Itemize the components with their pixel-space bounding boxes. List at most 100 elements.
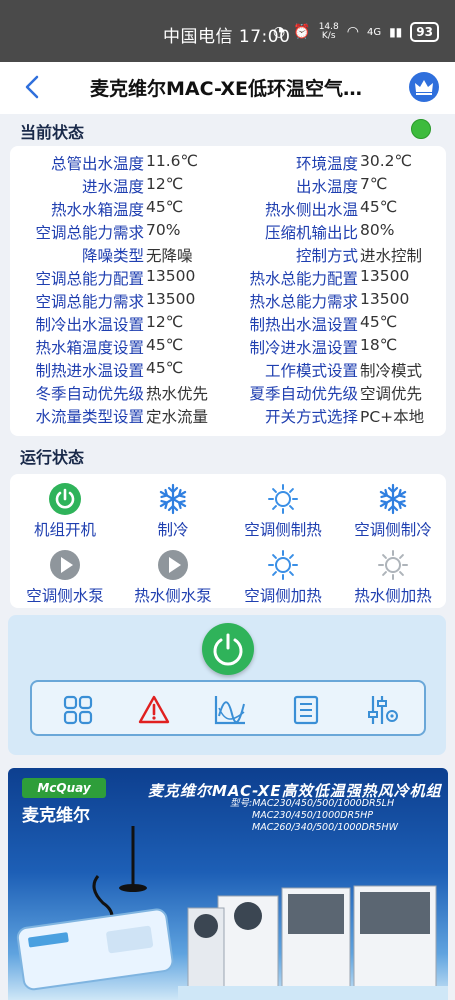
- net-speed: 14.8 K/s: [319, 23, 339, 41]
- run-status-item: 空调侧制热: [228, 482, 338, 540]
- status-row: 制热进水温设置 45℃ 工作模式设置 制冷模式: [10, 357, 446, 380]
- pump-play-icon: [48, 548, 82, 582]
- power-button[interactable]: [202, 623, 254, 675]
- param-label: 出水温度: [295, 178, 358, 196]
- run-status-label: 空调侧制冷: [354, 521, 432, 539]
- run-status-item: 制冷: [118, 482, 228, 540]
- run-status-card: 机组开机 制冷 空调侧制热 空调侧制冷 空调侧水泵 热水侧水泵 空调侧加热 热水侧加热: [10, 474, 446, 608]
- banner-illustration: [16, 826, 448, 1000]
- param-value: 13500: [146, 290, 196, 308]
- param-label: 进水温度: [81, 178, 144, 196]
- power-icon: [213, 633, 243, 666]
- function-toolbar: [30, 680, 426, 736]
- param-value: 45℃: [146, 359, 184, 377]
- carrier-time: 中国电信 17:00: [163, 27, 291, 47]
- run-status-item: 热水侧水泵: [118, 548, 228, 606]
- param-label: 空调总能力需求: [35, 293, 144, 311]
- param-label: 水流量类型设置: [35, 408, 144, 426]
- app-header: 麦克维尔MAC-XE低环温空气…: [0, 62, 455, 114]
- signal-icon: ▮▮: [389, 25, 403, 39]
- net-speed-unit: K/s: [321, 31, 336, 41]
- sun-icon: [266, 548, 300, 582]
- page-title: 麦克维尔MAC-XE低环温空气…: [90, 78, 362, 100]
- product-banner: McQuay 麦克维尔 麦克维尔MAC-XE高效低温强热风冷机组 型号:MAC2…: [8, 768, 448, 1000]
- status-row: 总管出水温度 11.6℃ 环境温度 30.2℃: [10, 150, 446, 173]
- document-list-icon[interactable]: [288, 692, 324, 728]
- param-value: 热水优先: [146, 385, 209, 403]
- param-value: 13500: [146, 267, 196, 285]
- status-row: 空调总能力需求 13500 热水总能力需求 13500: [10, 288, 446, 311]
- param-value: 7℃: [360, 175, 388, 193]
- param-value: 空调优先: [360, 385, 423, 403]
- param-value: 12℃: [146, 175, 184, 193]
- run-status-title: 运行状态: [20, 448, 85, 467]
- param-value: 进水控制: [360, 247, 423, 265]
- param-value: PC+本地: [360, 408, 425, 426]
- param-value: 45℃: [360, 313, 398, 331]
- run-status-item: 空调侧水泵: [10, 548, 120, 606]
- sun-icon: [266, 482, 300, 516]
- param-label: 降噪类型: [81, 247, 144, 265]
- wifi-icon: ◠: [346, 24, 359, 40]
- param-label: 制冷出水温设置: [35, 316, 144, 334]
- run-status-label: 热水侧水泵: [134, 587, 212, 605]
- status-row: 空调总能力配置 13500 热水总能力配置 13500: [10, 265, 446, 288]
- param-label: 制冷进水温设置: [249, 339, 358, 357]
- sun-inactive-icon: [376, 548, 410, 582]
- crown-icon[interactable]: [409, 72, 439, 102]
- alarm-clock-icon: ⏰: [293, 24, 311, 40]
- status-icons: ◔ ⏰ 14.8 K/s ◠ 4G ▮▮ 93: [273, 22, 439, 42]
- run-status-item: 空调侧制冷: [338, 482, 448, 540]
- param-value: 18℃: [360, 336, 398, 354]
- param-label: 压缩机输出比: [264, 224, 358, 242]
- param-label: 夏季自动优先级: [249, 385, 358, 403]
- status-row: 进水温度 12℃ 出水温度 7℃: [10, 173, 446, 196]
- grid-icon[interactable]: [60, 692, 96, 728]
- status-row: 冬季自动优先级 热水优先 夏季自动优先级 空调优先: [10, 380, 446, 403]
- run-status-label: 空调侧制热: [244, 521, 322, 539]
- status-row: 降噪类型 无降噪 控制方式 进水控制: [10, 242, 446, 265]
- param-label: 热水水箱温度: [50, 201, 144, 219]
- param-value: 30.2℃: [360, 152, 412, 170]
- param-value: 13500: [360, 290, 410, 308]
- trend-chart-icon[interactable]: [212, 692, 248, 728]
- param-value: 无降噪: [146, 247, 193, 265]
- param-label: 空调总能力需求: [35, 224, 144, 242]
- param-label: 开关方式选择: [264, 408, 358, 426]
- system-status-bar: 中国电信 17:00 ◔ ⏰ 14.8 K/s ◠ 4G ▮▮ 93: [0, 0, 455, 62]
- status-row: 热水箱温度设置 45℃ 制冷进水温设置 18℃: [10, 334, 446, 357]
- run-status-item: 机组开机: [10, 482, 120, 540]
- param-label: 控制方式: [295, 247, 358, 265]
- power-on-icon: [48, 482, 82, 516]
- pump-play-icon: [156, 548, 190, 582]
- current-status-title: 当前状态: [20, 123, 85, 142]
- param-label: 总管出水温度: [50, 155, 144, 173]
- network-type: 4G: [366, 26, 382, 38]
- param-label: 环境温度: [295, 155, 358, 173]
- param-label: 热水侧出水温: [264, 201, 358, 219]
- param-value: 制冷模式: [360, 362, 423, 380]
- param-label: 制热进水温设置: [35, 362, 144, 380]
- back-arrow-icon[interactable]: [22, 74, 44, 100]
- run-status-item: 空调侧加热: [228, 548, 338, 606]
- run-status-label: 制冷: [157, 521, 189, 539]
- param-label: 热水总能力需求: [249, 293, 358, 311]
- run-status-label: 空调侧加热: [244, 587, 322, 605]
- param-value: 45℃: [146, 336, 184, 354]
- param-label: 空调总能力配置: [35, 270, 144, 288]
- param-value: 12℃: [146, 313, 184, 331]
- param-value: 70%: [146, 221, 181, 239]
- param-label: 工作模式设置: [264, 362, 358, 380]
- status-row: 空调总能力需求 70% 压缩机输出比 80%: [10, 219, 446, 242]
- param-value: 45℃: [146, 198, 184, 216]
- control-panel: [8, 615, 446, 755]
- status-row: 热水水箱温度 45℃ 热水侧出水温 45℃: [10, 196, 446, 219]
- settings-sliders-icon[interactable]: [364, 692, 400, 728]
- alarm-warning-icon[interactable]: [136, 692, 172, 728]
- param-label: 制热出水温设置: [249, 316, 358, 334]
- run-status-label: 空调侧水泵: [26, 587, 104, 605]
- param-label: 热水总能力配置: [249, 270, 358, 288]
- param-label: 热水箱温度设置: [35, 339, 144, 357]
- current-status-card: 总管出水温度 11.6℃ 环境温度 30.2℃ 进水温度 12℃ 出水温度 7℃ 热水水箱温度 4…: [10, 146, 446, 436]
- param-value: 45℃: [360, 198, 398, 216]
